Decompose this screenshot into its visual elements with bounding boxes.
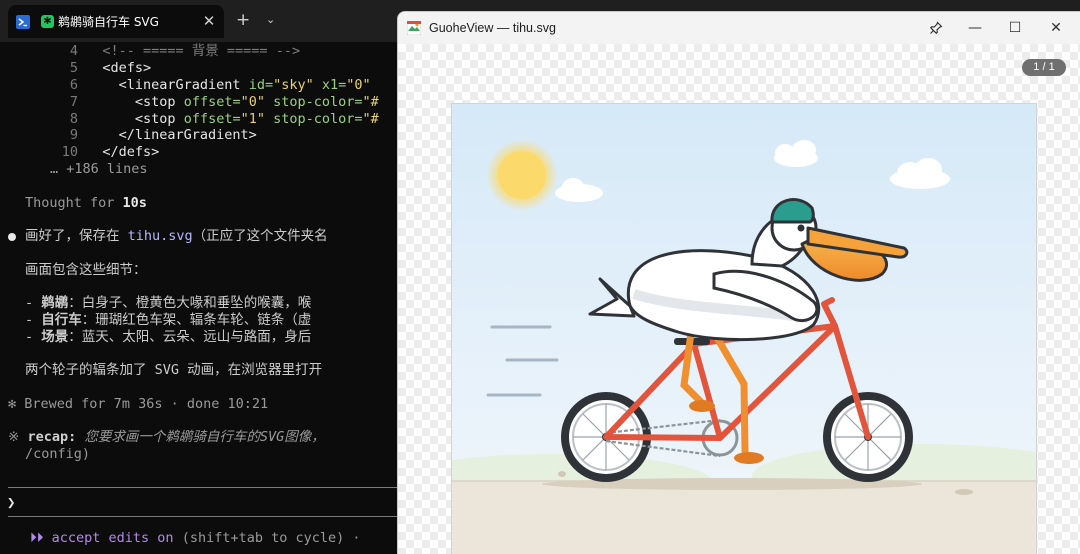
tab-close-button[interactable]: ✕ xyxy=(201,13,217,29)
close-button[interactable]: ✕ xyxy=(1044,16,1068,40)
detail-item: - 自行车：珊瑚红色车架、辐条车轮、链条（虚 xyxy=(25,312,312,328)
code-line: 9 </linearGradient> xyxy=(69,127,257,143)
viewer-title-bar[interactable]: GuoheView — tihu.svg — ☐ ✕ xyxy=(398,12,1080,44)
pelican-eye xyxy=(797,224,805,232)
mode-arrows-icon: ⏵⏵ xyxy=(30,530,44,546)
code-line: 7 <stop offset="0" stop-color="# xyxy=(69,94,379,110)
brewed-status: ✻ Brewed for 7m 36s · done 10:21 xyxy=(8,396,269,412)
pelican-bicycle-artwork xyxy=(451,103,1037,554)
powershell-icon xyxy=(16,15,30,29)
code-line: 6 <linearGradient id="sky" x1="0" xyxy=(69,77,371,93)
recap-icon: ※ xyxy=(8,429,20,445)
sun xyxy=(498,151,546,199)
ground xyxy=(452,481,1036,554)
image-viewer-window: GuoheView — tihu.svg — ☐ ✕ 1 / 1 xyxy=(397,11,1080,554)
tab-title: 鹈鹕骑自行车 SVG xyxy=(58,15,159,29)
pin-button[interactable] xyxy=(924,16,948,40)
prompt-caret-icon: ❯ xyxy=(7,495,16,511)
assistant-message: 画好了，保存在 tihu.svg（正应了这个文件夹名 xyxy=(25,228,328,244)
maximize-button[interactable]: ☐ xyxy=(1003,16,1027,40)
brewed-icon: ✻ xyxy=(8,396,17,412)
prompt-bottom-border xyxy=(8,516,408,517)
code-line: 10 </defs> xyxy=(61,144,160,160)
terminal-tab[interactable]: ✱ 鹈鹕骑自行车 SVG ✕ xyxy=(8,5,224,38)
details-intro: 画面包含这些细节： xyxy=(25,262,147,278)
image-canvas[interactable]: 1 / 1 xyxy=(398,44,1080,554)
mode-status[interactable]: ⏵⏵ accept edits on (shift+tab to cycle) … xyxy=(30,530,361,547)
viewer-title: GuoheView — tihu.svg xyxy=(429,21,556,35)
artwork-svg xyxy=(452,104,1036,554)
minimize-button[interactable]: — xyxy=(963,16,987,40)
detail-item: - 场景：蓝天、太阳、云朵、远山与路面，身后 xyxy=(25,329,312,345)
asterisk-icon: ✱ xyxy=(41,15,54,28)
right-foot xyxy=(734,452,764,464)
collapsed-lines-indicator[interactable]: … +186 lines xyxy=(50,161,148,178)
prompt-top-border xyxy=(8,487,408,488)
new-tab-button[interactable]: + xyxy=(236,11,250,29)
left-foot xyxy=(689,400,715,412)
detail-item: - 鹈鹕：白身子、橙黄色大喙和垂坠的喉囊，喉 xyxy=(25,295,312,311)
viewer-app-icon xyxy=(407,21,421,35)
recap-line: ※ recap: 您要求画一个鹈鹕骑自行车的SVG图像， xyxy=(8,429,325,445)
tab-dropdown-button[interactable]: ⌄ xyxy=(266,13,275,27)
thought-status: Thought for 10s xyxy=(25,195,147,211)
animation-note: 两个轮子的辐条加了 SVG 动画，在浏览器里打开 xyxy=(25,362,323,378)
page-indicator: 1 / 1 xyxy=(1022,59,1066,76)
code-line: 5 <defs> xyxy=(69,60,152,76)
message-bullet-icon xyxy=(8,233,16,241)
code-line: 4 <!-- ===== 背景 ===== --> xyxy=(69,43,301,59)
code-line: 8 <stop offset="1" stop-color="# xyxy=(69,111,379,127)
recap-continuation: /config) xyxy=(25,446,91,462)
pin-icon xyxy=(929,21,943,35)
